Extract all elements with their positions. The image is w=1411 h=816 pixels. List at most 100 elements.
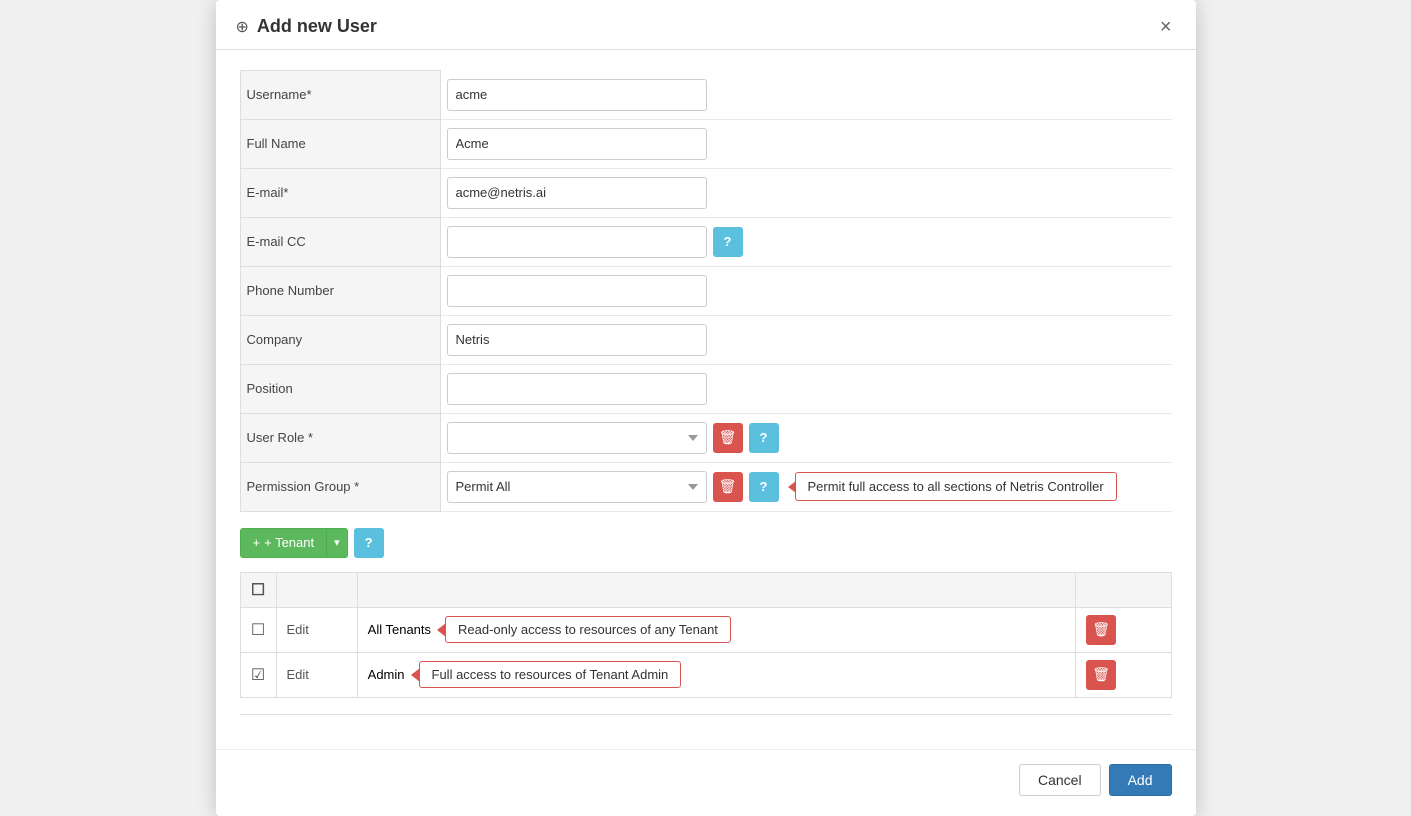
tenant-row1-tooltip: Read-only access to resources of any Ten… (445, 616, 731, 643)
emailcc-input-cell: ? (440, 217, 1172, 266)
email-label: E-mail* (240, 168, 440, 217)
userrole-select[interactable] (447, 422, 707, 454)
tenant-table-body: ☐ Edit All Tenants Read-only access to r… (240, 607, 1171, 697)
userrole-delete-button[interactable]: 🗑 (713, 423, 743, 453)
modal-body: Username* Full Name E-mail* (216, 50, 1196, 749)
email-row: E-mail* (240, 168, 1172, 217)
modal-footer: Cancel Add (216, 749, 1196, 816)
tenant-row2-name-cell: Admin Full access to resources of Tenant… (357, 652, 1075, 697)
tenant-header-checkbox: ☐ (240, 572, 276, 607)
tenant-row2-delete-cell: 🗑 (1076, 652, 1171, 697)
permissiongroup-row-actions: Permit All 🗑 ? Permit full access to all… (447, 471, 1166, 503)
close-button[interactable]: × (1160, 17, 1172, 37)
cancel-button[interactable]: Cancel (1019, 764, 1101, 796)
permissiongroup-input-cell: Permit All 🗑 ? Permit full access to all… (440, 462, 1172, 511)
username-row: Username* (240, 71, 1172, 120)
company-row: Company (240, 315, 1172, 364)
tenant-table-header: ☐ (240, 572, 1171, 607)
tenant-row1-edit-cell: Edit (276, 607, 357, 652)
userrole-row-actions: 🗑 ? (447, 422, 1166, 454)
tenant-header-edit (276, 572, 357, 607)
add-tenant-row: + + Tenant ▾ ? (240, 528, 1172, 558)
username-input-cell (440, 71, 1172, 120)
tenant-row1-delete-cell: 🗑 (1076, 607, 1171, 652)
email-input-cell (440, 168, 1172, 217)
emailcc-label: E-mail CC (240, 217, 440, 266)
trash-icon-row2: 🗑 (1092, 666, 1110, 683)
permissiongroup-delete-button[interactable]: 🗑 (713, 472, 743, 502)
tenant-row1-checkbox-cell: ☐ (240, 607, 276, 652)
tenant-row1-checkbox-icon[interactable]: ☐ (251, 622, 265, 639)
permissiongroup-tooltip-text: Permit full access to all sections of Ne… (808, 479, 1104, 494)
tenant-row2-edit-cell: Edit (276, 652, 357, 697)
modal-header: ⊕ Add new User × (216, 0, 1196, 50)
fullname-label: Full Name (240, 119, 440, 168)
permissiongroup-label: Permission Group * (240, 462, 440, 511)
add-tenant-dropdown-button[interactable]: ▾ (326, 528, 348, 558)
modal-title: Add new User (257, 16, 377, 37)
user-form-table: Username* Full Name E-mail* (240, 70, 1172, 512)
permissiongroup-select[interactable]: Permit All (447, 471, 707, 503)
caret-down-icon: ▾ (334, 536, 340, 549)
trash-icon-perm: 🗑 (719, 478, 737, 495)
company-label: Company (240, 315, 440, 364)
emailcc-row: E-mail CC ? (240, 217, 1172, 266)
tenant-row1-delete-button[interactable]: 🗑 (1086, 615, 1116, 645)
trash-icon: 🗑 (719, 429, 737, 446)
modal-title-row: ⊕ Add new User (236, 16, 377, 37)
add-tenant-info-button[interactable]: ? (354, 528, 384, 558)
add-button[interactable]: Add (1109, 764, 1172, 796)
tenant-header-row: ☐ (240, 572, 1171, 607)
tenant-row2-name-wrap: Admin Full access to resources of Tenant… (368, 661, 1065, 688)
userrole-row: User Role * 🗑 ? (240, 413, 1172, 462)
emailcc-info-button[interactable]: ? (713, 227, 743, 257)
tenant-row1-tooltip-text: Read-only access to resources of any Ten… (458, 622, 718, 637)
tenant-row2-checkbox-cell: ☑ (240, 652, 276, 697)
tenant-row1-name: All Tenants (368, 622, 431, 637)
fullname-input[interactable] (447, 128, 707, 160)
phone-label: Phone Number (240, 266, 440, 315)
move-icon: ⊕ (236, 17, 249, 37)
header-checkbox-icon[interactable]: ☐ (251, 582, 265, 599)
company-input-cell (440, 315, 1172, 364)
tenant-table: ☐ ☐ Edit (240, 572, 1172, 698)
position-row: Position (240, 364, 1172, 413)
fullname-row: Full Name (240, 119, 1172, 168)
tenant-row2-name: Admin (368, 667, 405, 682)
phone-input[interactable] (447, 275, 707, 307)
add-tenant-label: + Tenant (264, 535, 314, 550)
fullname-input-cell (440, 119, 1172, 168)
trash-icon-row1: 🗑 (1092, 621, 1110, 638)
table-row: ☑ Edit Admin Full access to resources of… (240, 652, 1171, 697)
userrole-info-button[interactable]: ? (749, 423, 779, 453)
add-tenant-button[interactable]: + + Tenant (240, 528, 327, 558)
userrole-label: User Role * (240, 413, 440, 462)
username-label: Username* (240, 71, 440, 120)
company-input[interactable] (447, 324, 707, 356)
tenant-row1-name-wrap: All Tenants Read-only access to resource… (368, 616, 1065, 643)
tenant-row2-tooltip-text: Full access to resources of Tenant Admin (432, 667, 669, 682)
tenant-row2-edit-link[interactable]: Edit (287, 667, 309, 682)
tenant-header-name (357, 572, 1075, 607)
footer-divider (240, 714, 1172, 715)
position-input[interactable] (447, 373, 707, 405)
position-input-cell (440, 364, 1172, 413)
position-label: Position (240, 364, 440, 413)
emailcc-input[interactable] (447, 226, 707, 258)
emailcc-row-actions: ? (447, 226, 1166, 258)
phone-input-cell (440, 266, 1172, 315)
add-user-modal: ⊕ Add new User × Username* Full Name (216, 0, 1196, 816)
permissiongroup-row: Permission Group * Permit All 🗑 ? Permit… (240, 462, 1172, 511)
tenant-row2-checkbox-icon[interactable]: ☑ (251, 667, 265, 684)
userrole-input-cell: 🗑 ? (440, 413, 1172, 462)
permissiongroup-info-button[interactable]: ? (749, 472, 779, 502)
tenant-row2-tooltip: Full access to resources of Tenant Admin (419, 661, 682, 688)
tenant-header-delete (1076, 572, 1171, 607)
username-input[interactable] (447, 79, 707, 111)
tenant-row2-delete-button[interactable]: 🗑 (1086, 660, 1116, 690)
email-input[interactable] (447, 177, 707, 209)
permissiongroup-tooltip: Permit full access to all sections of Ne… (795, 472, 1117, 501)
phone-row: Phone Number (240, 266, 1172, 315)
tenant-row1-edit-link[interactable]: Edit (287, 622, 309, 637)
table-row: ☐ Edit All Tenants Read-only access to r… (240, 607, 1171, 652)
